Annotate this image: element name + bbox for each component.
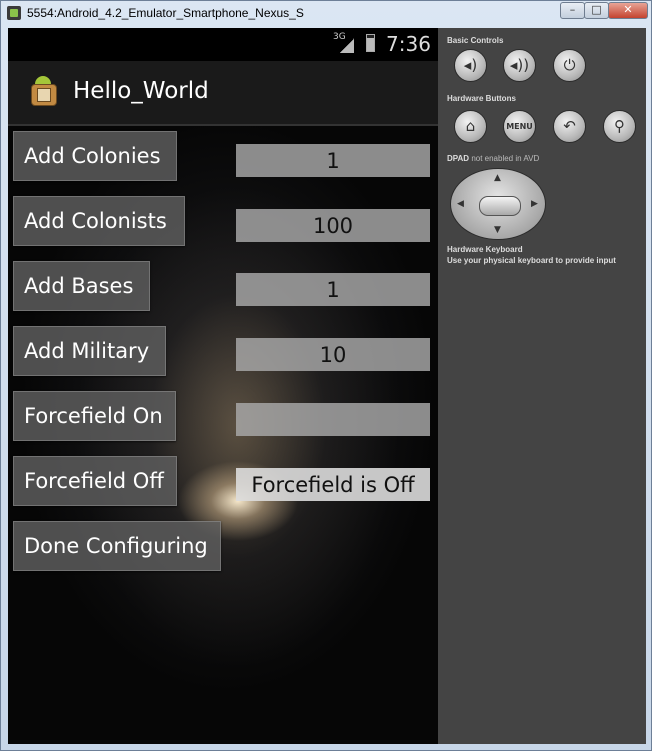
volume-up-icon[interactable]: ◂)) <box>503 49 536 82</box>
menu-button[interactable]: MENU <box>503 110 536 143</box>
dpad-right-icon[interactable]: ▶ <box>531 199 538 209</box>
status-bar: 3G 7:36 <box>8 28 438 61</box>
dpad-up-icon[interactable]: ▲ <box>494 173 501 183</box>
hardware-keyboard-note: Use your physical keyboard to provide in… <box>447 256 616 265</box>
back-icon[interactable]: ↶ <box>553 110 586 143</box>
battery-icon <box>366 34 375 52</box>
colonies-field[interactable]: 1 <box>236 144 430 177</box>
dpad-note: not enabled in AVD <box>471 154 540 163</box>
colonists-field[interactable]: 100 <box>236 209 430 242</box>
minimize-button[interactable]: – <box>560 2 585 19</box>
maximize-button[interactable]: □ <box>584 2 609 19</box>
add-bases-button[interactable]: Add Bases <box>13 261 150 311</box>
hardware-keyboard-label: Hardware Keyboard <box>447 245 523 254</box>
close-button[interactable]: ✕ <box>608 2 648 19</box>
signal-icon <box>340 38 354 53</box>
action-bar: Hello_World <box>8 61 438 126</box>
emulator-app-icon <box>7 6 21 20</box>
window-title: 5554:Android_4.2_Emulator_Smartphone_Nex… <box>27 6 304 20</box>
android-app-icon <box>26 74 60 110</box>
dpad-prefix: DPAD <box>447 154 470 163</box>
emulator-controls-panel: Basic Controls ◂) ◂)) ⏻ Hardware Buttons… <box>438 28 646 744</box>
forcefield-status-field[interactable]: Forcefield is Off <box>236 468 430 501</box>
search-icon[interactable]: ⚲ <box>603 110 636 143</box>
phone-screen: 3G 7:36 Hello_World Add Colonies 1 Add C… <box>8 28 438 744</box>
volume-down-icon[interactable]: ◂) <box>454 49 487 82</box>
add-colonies-button[interactable]: Add Colonies <box>13 131 177 181</box>
dpad-label: DPAD not enabled in AVD <box>447 154 539 163</box>
forcefield-on-field[interactable] <box>236 403 430 436</box>
add-military-button[interactable]: Add Military <box>13 326 166 376</box>
emulator-window: 5554:Android_4.2_Emulator_Smartphone_Nex… <box>0 0 652 751</box>
status-time: 7:36 <box>386 32 431 56</box>
dpad-center-button[interactable] <box>479 196 521 216</box>
basic-controls-label: Basic Controls <box>447 36 504 45</box>
add-colonists-button[interactable]: Add Colonists <box>13 196 185 246</box>
dpad[interactable]: ▲ ▼ ◀ ▶ <box>450 168 546 240</box>
power-icon[interactable]: ⏻ <box>553 49 586 82</box>
home-icon[interactable]: ⌂ <box>454 110 487 143</box>
forcefield-on-button[interactable]: Forcefield On <box>13 391 176 441</box>
title-bar[interactable]: 5554:Android_4.2_Emulator_Smartphone_Nex… <box>1 1 652 27</box>
bases-field[interactable]: 1 <box>236 273 430 306</box>
hardware-buttons-label: Hardware Buttons <box>447 94 516 103</box>
done-configuring-button[interactable]: Done Configuring <box>13 521 221 571</box>
emulator-client: 3G 7:36 Hello_World Add Colonies 1 Add C… <box>8 28 646 744</box>
dpad-down-icon[interactable]: ▼ <box>494 225 501 235</box>
forcefield-off-button[interactable]: Forcefield Off <box>13 456 177 506</box>
app-title: Hello_World <box>73 78 209 104</box>
military-field[interactable]: 10 <box>236 338 430 371</box>
dpad-left-icon[interactable]: ◀ <box>457 199 464 209</box>
